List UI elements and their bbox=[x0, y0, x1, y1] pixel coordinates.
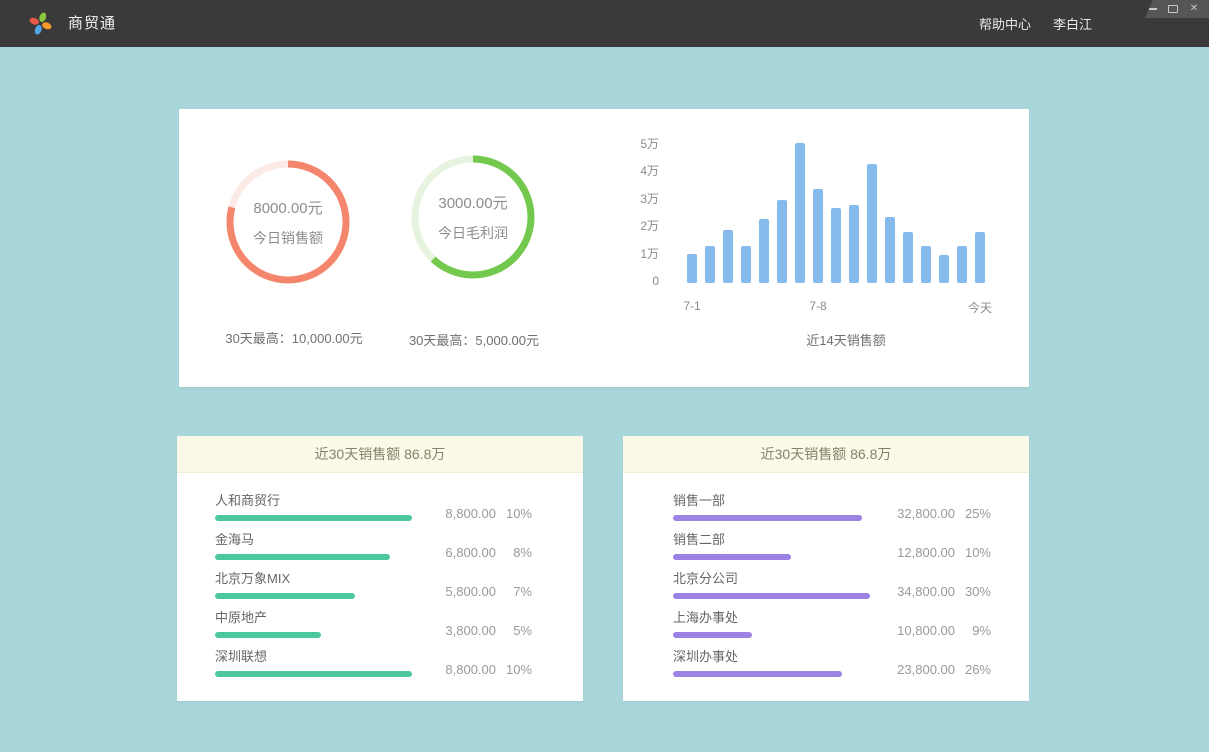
bar bbox=[939, 255, 949, 283]
close-button[interactable]: ✕ bbox=[1188, 3, 1200, 15]
donut-today-sales: 8000.00元 今日销售额 bbox=[223, 157, 353, 287]
panel-row: 深圳联想 8,800.0010% bbox=[215, 646, 532, 685]
today-sales-label: 今日销售额 bbox=[253, 228, 323, 248]
bar bbox=[867, 164, 877, 283]
row-percent: 10% bbox=[955, 545, 991, 560]
row-value: 23,800.00 bbox=[883, 662, 955, 677]
panel-row: 深圳办事处 23,800.0026% bbox=[673, 646, 991, 685]
username-menu[interactable]: 李白江 bbox=[1053, 14, 1092, 33]
titlebar: 商贸通 帮助中心 李白江 ✕ bbox=[0, 0, 1209, 47]
row-value: 3,800.00 bbox=[424, 623, 496, 638]
today-profit-label: 今日毛利润 bbox=[438, 223, 508, 243]
today-profit-value: 3000.00元 bbox=[438, 192, 507, 213]
minimize-button[interactable] bbox=[1146, 3, 1158, 15]
row-progress-bar bbox=[673, 515, 862, 521]
bar-chart-xaxis: 7-17-8今天 bbox=[687, 299, 985, 315]
bar bbox=[723, 230, 733, 283]
departments-panel-title: 近30天销售额 86.8万 bbox=[623, 436, 1029, 473]
panel-row: 金海马 6,800.008% bbox=[215, 529, 532, 568]
row-progress-bar bbox=[215, 515, 412, 521]
customers-sales-panel: 近30天销售额 86.8万 人和商贸行 8,800.0010% 金海马 6,80… bbox=[177, 436, 583, 701]
y-axis-tick: 4万 bbox=[623, 164, 659, 178]
bar bbox=[921, 246, 931, 283]
row-percent: 8% bbox=[496, 545, 532, 560]
bar bbox=[885, 217, 895, 283]
panel-row: 销售一部 32,800.0025% bbox=[673, 490, 991, 529]
row-value: 12,800.00 bbox=[883, 545, 955, 560]
x-axis-tick: 7-8 bbox=[809, 299, 826, 313]
bar bbox=[741, 246, 751, 283]
row-percent: 10% bbox=[496, 662, 532, 677]
y-axis-tick: 1万 bbox=[623, 247, 659, 261]
row-progress-bar bbox=[673, 671, 842, 677]
bar bbox=[975, 232, 985, 283]
y-axis-tick: 3万 bbox=[623, 192, 659, 206]
today-sales-value: 8000.00元 bbox=[253, 197, 322, 218]
bar bbox=[705, 246, 715, 283]
row-progress-bar bbox=[215, 671, 412, 677]
dashboard-page: 8000.00元 今日销售额 30天最高：10,000.00元 3000.00元… bbox=[0, 47, 1209, 752]
row-progress-bar bbox=[673, 593, 870, 599]
row-percent: 5% bbox=[496, 623, 532, 638]
row-percent: 10% bbox=[496, 506, 532, 521]
panel-row: 北京分公司 34,800.0030% bbox=[673, 568, 991, 607]
row-progress-bar bbox=[215, 593, 355, 599]
x-axis-tick: 7-1 bbox=[683, 299, 700, 313]
help-center-link[interactable]: 帮助中心 bbox=[979, 14, 1031, 33]
titlebar-links: 帮助中心 李白江 bbox=[979, 0, 1092, 47]
row-value: 34,800.00 bbox=[883, 584, 955, 599]
row-progress-bar bbox=[673, 554, 791, 560]
panel-row: 北京万象MIX 5,800.007% bbox=[215, 568, 532, 607]
bar bbox=[795, 143, 805, 283]
row-value: 6,800.00 bbox=[424, 545, 496, 560]
bar-chart-plot bbox=[687, 142, 985, 283]
row-value: 8,800.00 bbox=[424, 506, 496, 521]
row-progress-bar bbox=[215, 632, 321, 638]
panel-row: 人和商贸行 8,800.0010% bbox=[215, 490, 532, 529]
bar bbox=[687, 254, 697, 283]
profit-30day-high: 30天最高：5,000.00元 bbox=[359, 330, 589, 349]
row-percent: 30% bbox=[955, 584, 991, 599]
bar bbox=[813, 189, 823, 283]
bar bbox=[759, 219, 769, 283]
bar bbox=[777, 200, 787, 283]
row-percent: 7% bbox=[496, 584, 532, 599]
row-percent: 25% bbox=[955, 506, 991, 521]
bar bbox=[903, 232, 913, 283]
window-controls: ✕ bbox=[1145, 0, 1209, 18]
bar-chart-yaxis: 5万 4万 3万 2万 1万 0 bbox=[623, 137, 659, 297]
summary-card: 8000.00元 今日销售额 30天最高：10,000.00元 3000.00元… bbox=[179, 109, 1029, 387]
donut-today-profit: 3000.00元 今日毛利润 bbox=[408, 152, 538, 282]
bar bbox=[831, 208, 841, 283]
bar-chart-title: 近14天销售额 bbox=[697, 330, 995, 349]
minimize-icon bbox=[1148, 8, 1157, 10]
row-percent: 26% bbox=[955, 662, 991, 677]
bar bbox=[957, 246, 967, 283]
row-percent: 9% bbox=[955, 623, 991, 638]
departments-sales-panel: 近30天销售额 86.8万 销售一部 32,800.0025% 销售二部 12,… bbox=[623, 436, 1029, 701]
panel-row: 中原地产 3,800.005% bbox=[215, 607, 532, 646]
row-progress-bar bbox=[215, 554, 390, 560]
maximize-button[interactable] bbox=[1167, 3, 1179, 15]
y-axis-tick: 2万 bbox=[623, 219, 659, 233]
row-value: 10,800.00 bbox=[883, 623, 955, 638]
customers-panel-title: 近30天销售额 86.8万 bbox=[177, 436, 583, 473]
panel-row: 销售二部 12,800.0010% bbox=[673, 529, 991, 568]
app-logo-pinwheel-icon bbox=[28, 11, 53, 36]
y-axis-tick: 5万 bbox=[623, 137, 659, 151]
y-axis-tick: 0 bbox=[623, 274, 659, 288]
row-progress-bar bbox=[673, 632, 752, 638]
maximize-icon bbox=[1168, 5, 1178, 13]
panel-row: 上海办事处 10,800.009% bbox=[673, 607, 991, 646]
bar bbox=[849, 205, 859, 283]
app-title: 商贸通 bbox=[68, 0, 116, 47]
row-value: 5,800.00 bbox=[424, 584, 496, 599]
row-value: 32,800.00 bbox=[883, 506, 955, 521]
row-value: 8,800.00 bbox=[424, 662, 496, 677]
x-axis-tick: 今天 bbox=[968, 299, 992, 316]
close-icon: ✕ bbox=[1190, 4, 1198, 14]
